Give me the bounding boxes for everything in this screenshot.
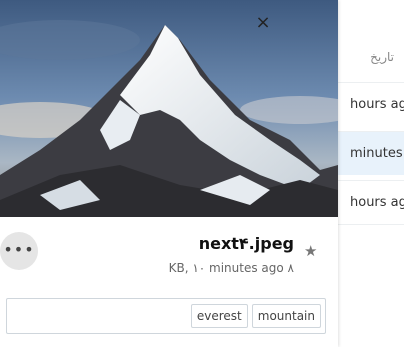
tag-chip[interactable]: everest xyxy=(190,304,248,328)
file-detail-panel: × ••• next۴.jpeg ★ KB, ۱۰ minutes ago ۸ … xyxy=(0,0,338,347)
star-icon[interactable]: ★ xyxy=(304,242,317,260)
row-date: hours ago xyxy=(350,97,404,112)
list-row[interactable]: hours ago xyxy=(338,82,404,126)
more-options-button[interactable]: ••• xyxy=(0,232,38,270)
list-row-selected[interactable]: minutes a xyxy=(338,131,404,175)
file-meta: KB, ۱۰ minutes ago ۸ xyxy=(168,261,294,275)
file-name: next۴.jpeg xyxy=(198,234,294,253)
tags-input[interactable]: mountain everest xyxy=(6,298,326,334)
date-column-header[interactable]: تاريخ xyxy=(338,50,404,74)
photo-preview: × xyxy=(0,0,338,217)
tag-chip[interactable]: mountain xyxy=(251,304,321,328)
mountain-photo xyxy=(0,0,338,217)
list-row[interactable]: hours ago xyxy=(338,180,404,224)
tag-list: mountain everest xyxy=(190,304,321,328)
row-divider xyxy=(338,224,404,225)
row-date: hours ago xyxy=(350,195,404,210)
row-date: minutes a xyxy=(350,146,404,161)
close-icon[interactable]: × xyxy=(252,12,274,34)
